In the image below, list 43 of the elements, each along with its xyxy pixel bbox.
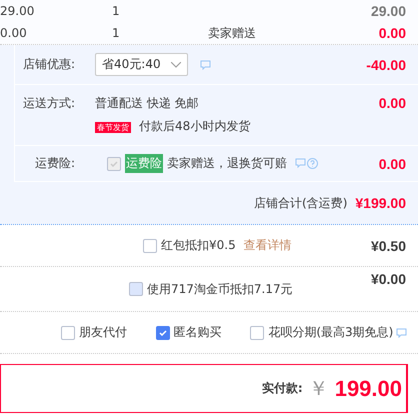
chevron-icon (170, 62, 181, 68)
unit-price: 0.00 (0, 26, 28, 40)
payment-amount: 199.00 (334, 376, 402, 402)
option-label: 匿名购买 (174, 324, 222, 341)
shop-total-amount: ¥199.00 (355, 195, 407, 211)
holiday-badge: 春节发货 (95, 122, 131, 133)
chat-icon[interactable] (200, 60, 211, 70)
discount-amount: -40.00 (366, 56, 407, 72)
currency-sign: ￥ (308, 375, 329, 402)
bonus-deduction-label: 红包抵扣¥0.5 (161, 237, 236, 254)
item-subtotal: 29.00 (370, 3, 407, 19)
bonus-deduction-amount: ¥0.50 (370, 238, 407, 254)
shop-total-label: 店铺合计(含运费) (254, 194, 348, 212)
shipping-amount: 0.00 (378, 95, 407, 111)
chat-icon[interactable] (295, 158, 306, 168)
shipping-promise: 付款后48小时内发货 (139, 119, 250, 133)
shipping-method: 普通配送 快递 免邮 (95, 95, 200, 112)
chat-icon[interactable] (396, 328, 408, 338)
checkbox[interactable] (156, 326, 170, 340)
insurance-amount: 0.00 (378, 156, 407, 172)
help-icon[interactable] (307, 158, 318, 169)
field-label: 店铺优惠: (22, 56, 76, 73)
option-label: 花呗分期(最高3期免息) (268, 324, 394, 341)
discount-select[interactable]: 省40元:40 (95, 53, 188, 76)
field-label: 运送方式: (22, 95, 76, 112)
item-subtotal: 0.00 (378, 25, 407, 41)
quantity: 1 (112, 26, 121, 40)
checkmark-icon (158, 330, 167, 336)
unit-price: 29.00 (0, 4, 36, 18)
checkmark-icon (110, 160, 118, 166)
insurance-tag: 运费险 (125, 154, 163, 173)
item-note: 卖家赠送 (208, 24, 257, 42)
option-label: 朋友代付 (79, 324, 127, 341)
checkbox[interactable] (250, 326, 264, 340)
field-label: 运费险: (34, 155, 76, 172)
checkbox[interactable] (129, 282, 143, 296)
payment-label: 实付款: (262, 380, 303, 397)
checkbox[interactable] (143, 238, 157, 252)
checkbox[interactable] (61, 326, 75, 340)
coins-amount: ¥0.00 (370, 271, 407, 287)
insurance-text: 卖家赠送，退换货可赔 (167, 155, 287, 172)
coins-label: 使用717淘金币抵扣7.17元 (147, 280, 293, 298)
quantity: 1 (112, 4, 121, 18)
